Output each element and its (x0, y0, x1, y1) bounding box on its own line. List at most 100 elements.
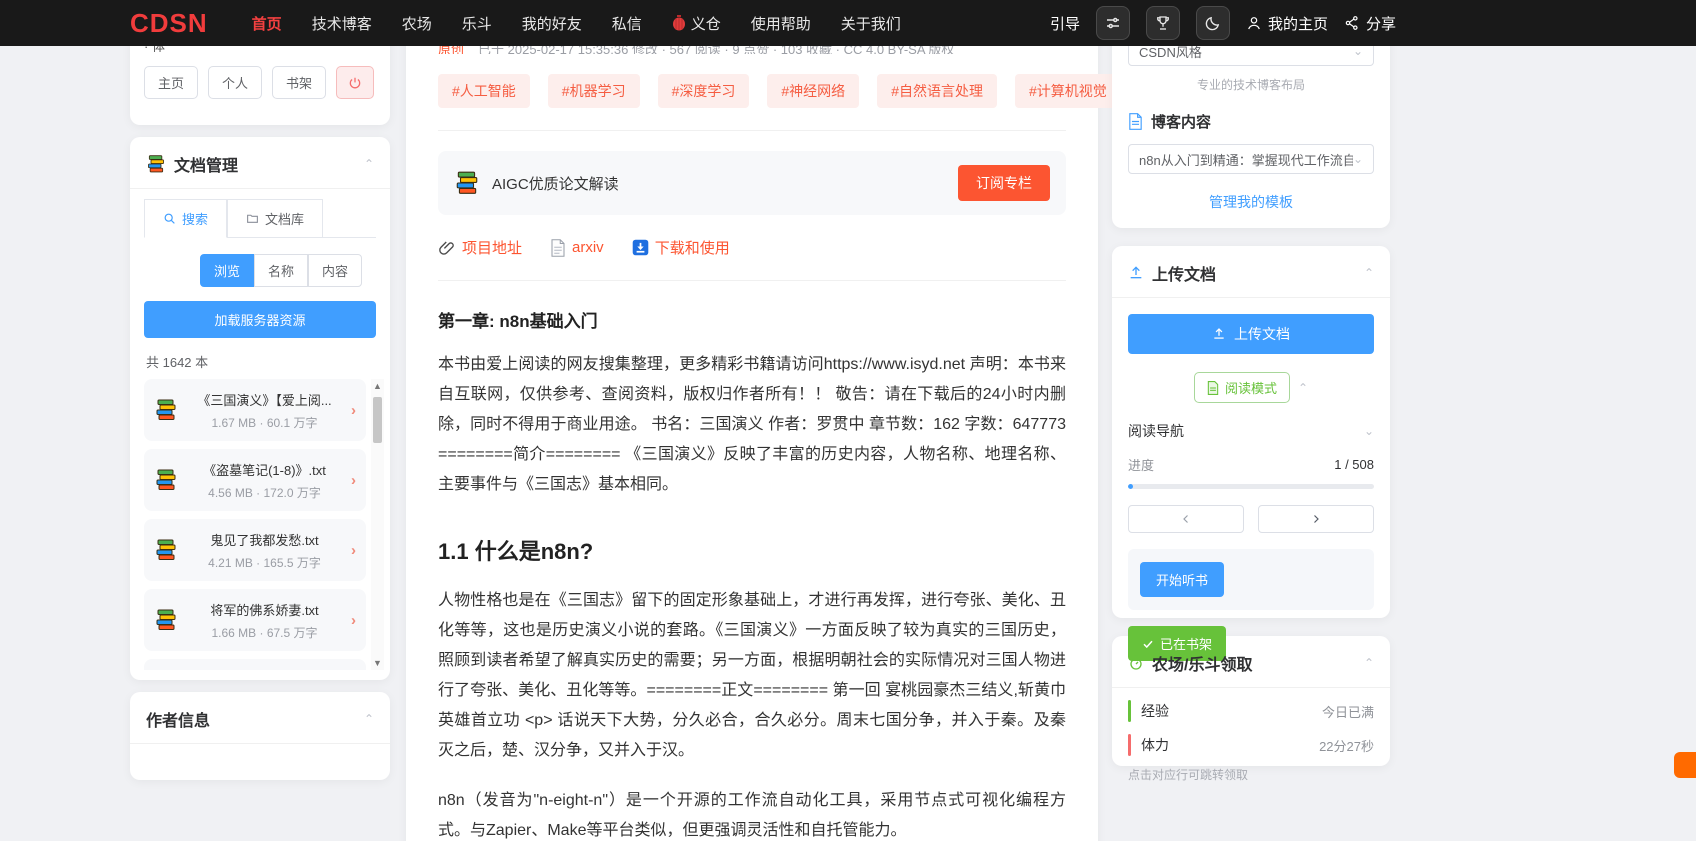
chevron-right-icon: › (351, 611, 356, 629)
collapse-chevron-icon[interactable]: ⌃ (1364, 656, 1374, 670)
list-item[interactable]: 将军的佛系娇妻.txt 1.66 MB · 67.5 万字 › (144, 589, 366, 651)
paragraph: 人物性格也是在《三国志》留下的固定形象基础上，才进行再发挥，进行夸张、美化、丑化… (438, 592, 1066, 759)
settings-sliders-button[interactable] (1095, 6, 1130, 40)
scroll-down-icon[interactable]: ▼ (373, 656, 382, 670)
manage-templates-link[interactable]: 管理我的模板 (1128, 192, 1374, 212)
search-mode-group: 浏览 名称 内容 (199, 254, 376, 287)
nav-item-ledou[interactable]: 乐斗 (462, 13, 492, 34)
nav-item-friends[interactable]: 我的好友 (522, 13, 582, 34)
books-icon (146, 154, 166, 174)
tag[interactable]: #深度学习 (657, 74, 750, 108)
tab-library[interactable]: 文档库 (227, 199, 324, 237)
book-meta: 1.66 MB · 67.5 万字 (211, 625, 318, 640)
subscribe-column-button[interactable]: 订阅专栏 (958, 165, 1050, 201)
column-banner: AIGC优质论文解读 订阅专栏 (438, 151, 1066, 215)
chevron-down-icon[interactable]: ⌄ (1364, 424, 1374, 438)
my-homepage-link[interactable]: 我的主页 (1246, 13, 1328, 34)
exp-value: 今日已满 (1321, 704, 1374, 720)
chevron-down-icon: ⌄ (1352, 44, 1363, 58)
doc-manager-title: 文档管理 (174, 158, 239, 175)
personal-button[interactable]: 个人 (208, 66, 263, 99)
next-page-button[interactable] (1258, 505, 1374, 533)
sliders-icon (1104, 14, 1122, 32)
site-logo[interactable]: CDSN (130, 8, 208, 39)
upload-doc-button-label: 上传文档 (1234, 326, 1290, 342)
column-title[interactable]: AIGC优质论文解读 (492, 173, 946, 194)
floating-action-button[interactable] (1674, 752, 1696, 778)
stamina-value: 22分27秒 (1319, 738, 1374, 754)
tag[interactable]: #神经网络 (767, 74, 860, 108)
list-item[interactable]: 《三国演义》【爱上阅... 1.67 MB · 60.1 万字 › (144, 379, 366, 441)
my-homepage-label: 我的主页 (1267, 15, 1328, 33)
list-item[interactable]: 《盗墓笔记(1-8)》.txt 4.56 MB · 172.0 万字 › (144, 449, 366, 511)
blog-content-select[interactable]: n8n从入门到精通：掌握现代工作流自动化 ⌄ (1128, 144, 1374, 174)
chevron-left-icon (1180, 513, 1192, 525)
nav-item-about[interactable]: 关于我们 (841, 13, 901, 34)
reading-progress-bar[interactable] (1128, 484, 1374, 489)
listen-block: 开始听书 (1128, 549, 1374, 610)
tag[interactable]: #自然语言处理 (877, 74, 997, 108)
books-icon (154, 608, 178, 632)
book-title: 《三国演义》【爱上阅... (197, 392, 332, 408)
nav-item-messages[interactable]: 私信 (612, 13, 642, 34)
guide-label[interactable]: 引导 (1050, 13, 1080, 34)
tag[interactable]: #人工智能 (438, 74, 530, 108)
list-item[interactable]: 光阴之外.txt14.47 MB · 526.8 万字 › (144, 659, 366, 670)
book-meta: 4.56 MB · 172.0 万字 (208, 485, 321, 500)
collapse-chevron-icon[interactable]: ⌃ (1364, 266, 1374, 280)
share-link[interactable]: 分享 (1344, 13, 1396, 34)
project-link[interactable]: 项目地址 (438, 237, 522, 258)
logout-button[interactable] (336, 66, 375, 99)
scrollbar-thumb[interactable] (373, 397, 382, 443)
tab-search[interactable]: 搜索 (144, 199, 228, 238)
list-scrollbar[interactable]: ▲ ▼ (371, 379, 384, 670)
dark-mode-button[interactable] (1195, 6, 1230, 40)
books-icon (154, 538, 178, 562)
upload-doc-button[interactable]: 上传文档 (1128, 314, 1374, 354)
exp-row[interactable]: 经验 今日已满 (1128, 700, 1374, 722)
scroll-up-icon[interactable]: ▲ (373, 379, 382, 393)
trophy-button[interactable] (1145, 6, 1180, 40)
arxiv-link-label: arxiv (572, 239, 604, 256)
stamina-row[interactable]: 体力 22分27秒 (1128, 734, 1374, 756)
filter-content[interactable]: 内容 (307, 254, 362, 287)
collapse-chevron-icon[interactable]: ⌃ (1298, 381, 1308, 395)
collapse-chevron-icon[interactable]: ⌃ (364, 157, 374, 171)
start-listening-button[interactable]: 开始听书 (1140, 562, 1225, 597)
project-link-label: 项目地址 (462, 240, 523, 257)
farm-panel: 农场/乐斗领取 ⌃ 经验 今日已满 体力 22分27秒 点击对应行可跳转领取 (1112, 636, 1390, 782)
upload-icon (1128, 265, 1144, 281)
prev-page-button[interactable] (1128, 505, 1244, 533)
download-icon (632, 239, 649, 256)
list-item[interactable]: 鬼见了我都发愁.txt 4.21 MB · 165.5 万字 › (144, 519, 366, 581)
author-info-title: 作者信息 (146, 713, 211, 730)
tag[interactable]: #计算机视觉 (1014, 74, 1121, 108)
trophy-icon (1154, 14, 1172, 32)
chevron-right-icon: › (351, 401, 356, 419)
farm-footer-hint: 点击对应行可跳转领取 (1128, 768, 1249, 782)
filter-browse[interactable]: 浏览 (199, 254, 254, 287)
share-label: 分享 (1365, 15, 1396, 33)
nav-item-home[interactable]: 首页 (252, 13, 282, 34)
read-mode-badge[interactable]: 阅读模式 (1193, 372, 1290, 403)
filter-name[interactable]: 名称 (253, 254, 308, 287)
collapse-chevron-icon[interactable]: ⌃ (364, 712, 374, 726)
books-icon (154, 398, 178, 422)
paperclip-icon (438, 239, 456, 257)
bookshelf-button[interactable]: 书架 (272, 66, 327, 99)
top-navbar: CDSN 首页 技术博客 农场 乐斗 我的好友 私信 义仓 使用帮助 关于我们 … (0, 0, 1696, 46)
arxiv-link[interactable]: arxiv (550, 238, 604, 257)
download-usage-link[interactable]: 下载和使用 (632, 237, 730, 258)
doc-manager-panel: 文档管理 ⌃ 搜索 文档库 浏览 名称 内容 加载服务器资源 共 1642 本 … (130, 137, 390, 680)
books-icon (154, 468, 178, 492)
home-button[interactable]: 主页 (144, 66, 199, 99)
stamina-label: 体力 (1141, 737, 1169, 753)
nav-item-yicang[interactable]: 义仓 (672, 13, 721, 34)
nav-item-help[interactable]: 使用帮助 (751, 13, 811, 34)
nav-item-blog[interactable]: 技术博客 (312, 13, 372, 34)
nav-item-farm[interactable]: 农场 (402, 13, 432, 34)
tag[interactable]: #机器学习 (547, 74, 640, 108)
load-server-resources-button[interactable]: 加载服务器资源 (144, 301, 376, 338)
book-meta: 1.67 MB · 60.1 万字 (211, 415, 318, 430)
resource-links: 项目地址 arxiv 下载和使用 (438, 237, 1066, 258)
